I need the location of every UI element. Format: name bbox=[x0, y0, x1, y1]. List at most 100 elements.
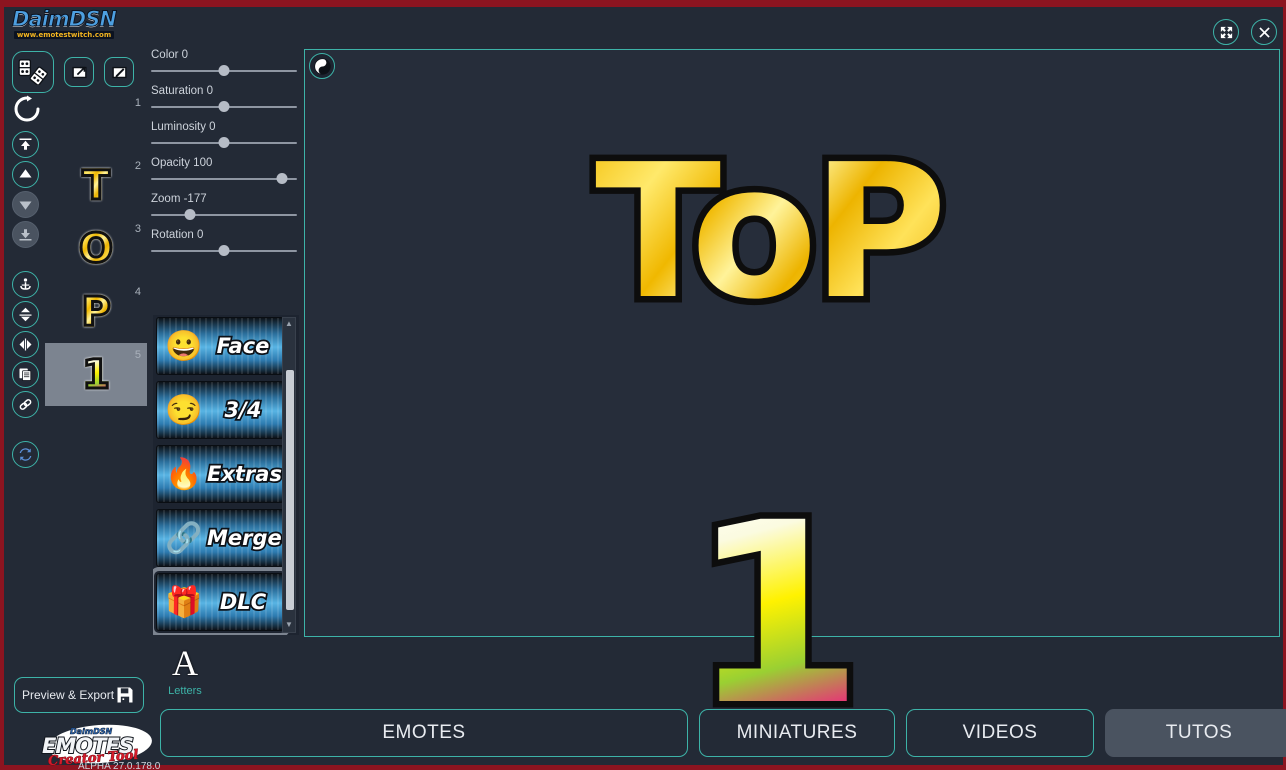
fullscreen-button[interactable] bbox=[1213, 19, 1239, 45]
align-horizontal-icon bbox=[18, 337, 33, 352]
dominoes-icon bbox=[18, 59, 48, 85]
link-layers-button[interactable] bbox=[12, 391, 39, 418]
slider-knob[interactable] bbox=[219, 65, 230, 76]
import-arrow-icon bbox=[71, 64, 88, 81]
slider-knob[interactable] bbox=[219, 137, 230, 148]
brand-name: DaimDSN bbox=[12, 9, 116, 30]
slider-label: Saturation 0 bbox=[151, 85, 297, 97]
layer-number: 4 bbox=[135, 286, 141, 298]
slider-opacity: Opacity 100 bbox=[151, 157, 297, 180]
close-button[interactable] bbox=[1251, 19, 1277, 45]
layer-item-1[interactable]: 1 bbox=[45, 91, 147, 154]
category-panel: 😀 Face 😏 3/4 🔥 Extras 🔗 Merged 🎁 DLC ▲ bbox=[153, 315, 299, 635]
tab-miniatures[interactable]: MINIATURES bbox=[699, 709, 895, 757]
anchor-icon bbox=[18, 277, 33, 292]
gift-box-icon: 🎁 bbox=[161, 579, 207, 625]
move-up-button[interactable] bbox=[12, 161, 39, 188]
expand-icon bbox=[1219, 25, 1234, 40]
window-controls bbox=[1213, 19, 1277, 45]
move-down-button[interactable] bbox=[12, 191, 39, 218]
slider-luminosity: Luminosity 0 bbox=[151, 121, 297, 144]
slider-track[interactable] bbox=[151, 142, 297, 144]
slider-knob[interactable] bbox=[185, 209, 196, 220]
layer-item-2[interactable]: 2 T bbox=[45, 154, 147, 217]
duplicate-button[interactable] bbox=[12, 361, 39, 388]
category-label: Face bbox=[207, 334, 283, 358]
letter-a-icon: A bbox=[162, 645, 208, 681]
slider-color: Color 0 bbox=[151, 49, 297, 72]
preview-export-button[interactable]: Preview & Export bbox=[14, 677, 144, 713]
slider-label: Opacity 100 bbox=[151, 157, 297, 169]
slider-label: Color 0 bbox=[151, 49, 297, 61]
category-list: 😀 Face 😏 3/4 🔥 Extras 🔗 Merged 🎁 DLC bbox=[156, 317, 284, 635]
layer-item-3[interactable]: 3 O bbox=[45, 217, 147, 280]
slider-knob[interactable] bbox=[219, 245, 230, 256]
export-label: Preview & Export bbox=[22, 688, 114, 702]
layer-list: 1 2 T 3 O 4 P 5 1 bbox=[45, 91, 147, 406]
tab-tutos[interactable]: TUTOS bbox=[1105, 709, 1286, 757]
slider-track[interactable] bbox=[151, 178, 297, 180]
canvas-area[interactable]: ToP ToP 1 1 bbox=[304, 49, 1280, 637]
align-vertical-button[interactable] bbox=[12, 301, 39, 328]
category-label: 3/4 bbox=[207, 398, 283, 422]
layer-thumbnail: 1 bbox=[82, 355, 110, 395]
daimdsn-logo: DaimDSN www.emotestwitch.com bbox=[10, 5, 118, 43]
fire-burst-icon: 🔥 bbox=[161, 451, 207, 497]
reset-button[interactable] bbox=[13, 95, 41, 123]
layer-tools bbox=[12, 131, 39, 468]
move-to-bottom-button[interactable] bbox=[12, 221, 39, 248]
smiling-face-icon: 😀 bbox=[161, 323, 207, 369]
app-window: DaimDSN www.emotestwitch.com bbox=[0, 0, 1286, 770]
bottom-navigation: EMOTES MINIATURES VIDEOS TUTOS bbox=[160, 709, 1286, 757]
copy-layers-icon bbox=[18, 367, 33, 382]
import-button[interactable] bbox=[64, 57, 94, 87]
scroll-down-arrow-icon[interactable]: ▼ bbox=[285, 619, 293, 631]
slider-label: Zoom -177 bbox=[151, 193, 297, 205]
layer-item-5[interactable]: 5 1 bbox=[45, 343, 147, 406]
category-scrollbar[interactable]: ▲ ▼ bbox=[282, 317, 296, 633]
slider-label: Rotation 0 bbox=[151, 229, 297, 241]
category-label: Merged bbox=[207, 526, 284, 550]
layer-number: 5 bbox=[135, 349, 141, 361]
layer-thumbnail: O bbox=[79, 229, 113, 269]
scrollbar-thumb[interactable] bbox=[286, 370, 294, 610]
arrow-to-top-icon bbox=[18, 137, 33, 152]
artwork-headline: ToP ToP bbox=[595, 140, 1286, 325]
artwork-numeral: 1 1 bbox=[690, 490, 1286, 740]
slider-knob[interactable] bbox=[219, 101, 230, 112]
chain-link-icon: 🔗 bbox=[161, 515, 207, 561]
tab-emotes[interactable]: EMOTES bbox=[160, 709, 688, 757]
scroll-up-arrow-icon[interactable]: ▲ bbox=[285, 318, 293, 330]
tab-videos[interactable]: VIDEOS bbox=[906, 709, 1094, 757]
category-item-extras[interactable]: 🔥 Extras bbox=[156, 445, 284, 503]
slider-track[interactable] bbox=[151, 70, 297, 72]
refresh-cycle-icon bbox=[18, 447, 33, 462]
slider-track[interactable] bbox=[151, 250, 297, 252]
move-to-top-button[interactable] bbox=[12, 131, 39, 158]
slider-track[interactable] bbox=[151, 214, 297, 216]
layer-number: 2 bbox=[135, 160, 141, 172]
slider-saturation: Saturation 0 bbox=[151, 85, 297, 108]
layer-item-4[interactable]: 4 P bbox=[45, 280, 147, 343]
arrow-to-bottom-icon bbox=[18, 227, 33, 242]
chain-link-icon bbox=[18, 397, 33, 412]
emotes-creator-tool-logo: DaimDSN EMOTES Creator Tool ALPHA 27.0.1… bbox=[34, 725, 174, 770]
edit-button[interactable] bbox=[104, 57, 134, 87]
letters-button[interactable]: A Letters bbox=[162, 645, 208, 697]
swap-refresh-button[interactable] bbox=[12, 441, 39, 468]
category-item-merged[interactable]: 🔗 Merged bbox=[156, 509, 284, 567]
slider-track[interactable] bbox=[151, 106, 297, 108]
arrow-up-icon bbox=[18, 167, 33, 182]
slider-knob[interactable] bbox=[277, 173, 288, 184]
layer-thumbnail: P bbox=[81, 292, 110, 332]
pen-edit-icon bbox=[111, 64, 128, 81]
artwork: ToP ToP 1 1 bbox=[305, 50, 1279, 636]
category-item-three-quarter[interactable]: 😏 3/4 bbox=[156, 381, 284, 439]
profile-face-icon: 😏 bbox=[161, 387, 207, 433]
category-item-dlc[interactable]: 🎁 DLC bbox=[156, 573, 284, 631]
category-item-face[interactable]: 😀 Face bbox=[156, 317, 284, 375]
align-horizontal-button[interactable] bbox=[12, 331, 39, 358]
anchor-button[interactable] bbox=[12, 271, 39, 298]
layers-mode-button[interactable] bbox=[12, 51, 54, 93]
mode-toolbar bbox=[12, 51, 134, 93]
